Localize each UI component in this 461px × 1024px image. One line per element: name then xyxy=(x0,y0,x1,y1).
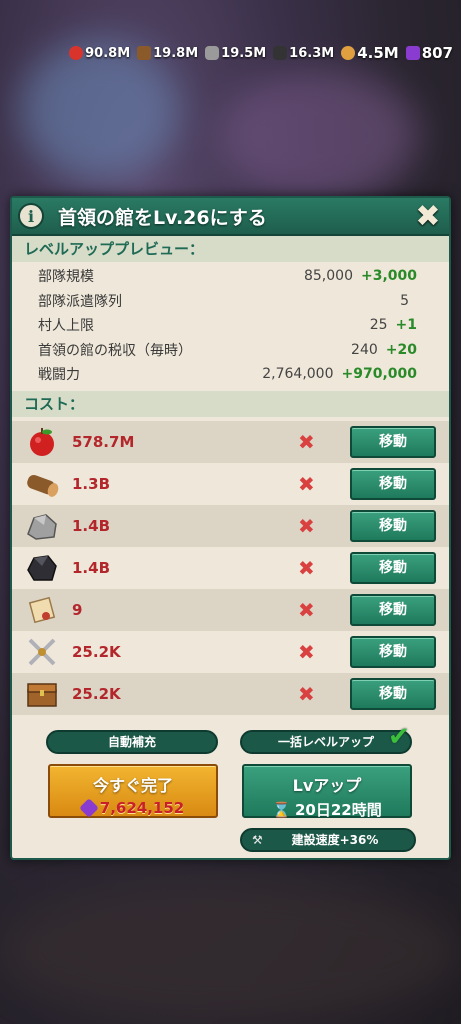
build-speed-badge: ⚒ 建設速度+36% xyxy=(240,828,416,852)
level-up-button[interactable]: Lvアップ ⌛ 20日22時間 xyxy=(242,764,412,819)
gem-icon xyxy=(405,46,420,60)
preview-heading: レベルアッププレビュー： xyxy=(12,236,449,262)
bulk-levelup-toggle[interactable]: 一括レベルアップ xyxy=(240,730,412,754)
cost-row-scroll: 9 ✖ 移動 xyxy=(12,588,449,631)
scroll-icon xyxy=(28,596,56,623)
stat-row: 部隊規模 85,000 +3,000 xyxy=(38,268,417,286)
ore-icon xyxy=(273,46,288,60)
stone-icon xyxy=(27,513,57,540)
stone-icon xyxy=(205,46,220,60)
cost-row-wood: 1.3B ✖ 移動 xyxy=(12,463,449,505)
cost-row-chest: 25.2K ✖ 移動 xyxy=(12,672,449,715)
cost-row-food: 578.7M ✖ 移動 xyxy=(12,420,449,463)
move-button-chest[interactable]: 移動 xyxy=(350,677,436,710)
upgrade-dialog: i 首領の館をLv.26にする ✖ レベルアッププレビュー： 部隊規模 85,0… xyxy=(10,196,451,860)
resource-gold[interactable]: 4.5M xyxy=(341,44,399,62)
insufficient-icon: ✖ xyxy=(298,429,315,454)
background-blur xyxy=(220,70,420,200)
move-button-scroll[interactable]: 移動 xyxy=(350,593,436,626)
move-button-swords[interactable]: 移動 xyxy=(350,635,436,668)
resource-stone[interactable]: 19.5M xyxy=(205,46,266,61)
move-button-ore[interactable]: 移動 xyxy=(350,551,436,584)
move-button-wood[interactable]: 移動 xyxy=(350,467,436,500)
ore-icon xyxy=(27,554,57,581)
insufficient-icon: ✖ xyxy=(298,597,315,622)
apple-icon xyxy=(69,46,84,60)
dialog-titlebar: i 首領の館をLv.26にする ✖ xyxy=(12,198,449,236)
crossed-swords-icon xyxy=(28,638,56,665)
insufficient-icon: ✖ xyxy=(298,513,315,538)
coin-icon xyxy=(341,46,356,60)
log-icon xyxy=(137,46,152,60)
cost-row-stone: 1.4B ✖ 移動 xyxy=(12,504,449,547)
cost-row-swords: 25.2K ✖ 移動 xyxy=(12,631,449,673)
resource-food[interactable]: 90.8M xyxy=(69,46,130,61)
auto-refill-toggle[interactable]: 自動補充 xyxy=(46,730,218,754)
finish-now-button[interactable]: 今すぐ完了 7,624,152 xyxy=(48,764,218,818)
dialog-title: 首領の館をLv.26にする xyxy=(58,206,267,229)
cost-row-ore: 1.4B ✖ 移動 xyxy=(12,547,449,589)
hammer-icon: ⚒ xyxy=(252,833,263,847)
cost-list: 578.7M ✖ 移動 1.3B ✖ 移動 1.4B ✖ 移動 1.4B ✖ 移… xyxy=(12,420,449,715)
insufficient-icon: ✖ xyxy=(298,555,315,580)
treasure-chest-icon xyxy=(27,682,57,707)
hourglass-icon: ⌛ xyxy=(272,800,291,819)
insufficient-icon: ✖ xyxy=(298,639,315,664)
resource-gems[interactable]: 807 xyxy=(405,44,453,62)
stat-row: 村人上限 25 +1 xyxy=(38,317,417,335)
stat-row: 部隊派遣隊列 5 xyxy=(38,292,409,310)
stat-list: 部隊規模 85,000 +3,000 部隊派遣隊列 5 村人上限 25 +1 首… xyxy=(12,262,449,391)
check-icon: ✔ xyxy=(388,722,410,752)
gem-icon xyxy=(78,798,99,818)
insufficient-icon: ✖ xyxy=(298,681,315,706)
cost-heading: コスト： xyxy=(12,390,449,417)
apple-icon xyxy=(30,427,54,456)
move-button-stone[interactable]: 移動 xyxy=(350,509,436,542)
stat-row: 首領の館の税収（毎時） 240 +20 xyxy=(38,341,417,359)
close-icon[interactable]: ✖ xyxy=(413,202,443,232)
move-button-food[interactable]: 移動 xyxy=(350,425,436,458)
stat-row: 戦闘力 2,764,000 +970,000 xyxy=(38,366,417,384)
background-blur xyxy=(0,880,461,1024)
log-icon xyxy=(27,474,59,497)
resource-ore[interactable]: 16.3M xyxy=(273,46,334,61)
info-icon[interactable]: i xyxy=(18,203,44,229)
resource-wood[interactable]: 19.8M xyxy=(137,46,198,61)
insufficient-icon: ✖ xyxy=(298,471,315,496)
resource-bar: 90.8M 19.8M 19.5M 16.3M 4.5M 807 xyxy=(69,44,453,62)
